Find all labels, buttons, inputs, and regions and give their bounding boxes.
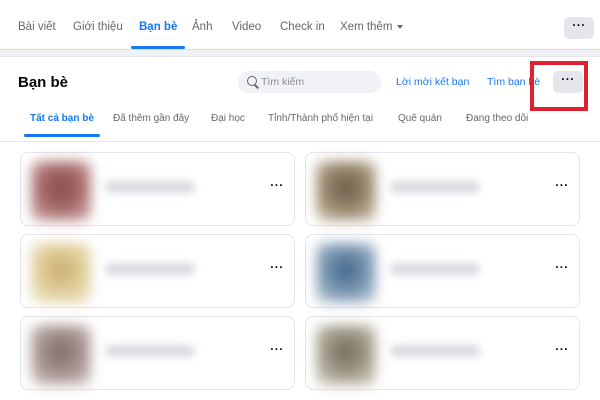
profile-tab-bar: Bài viết Giới thiệu Bạn bè Ảnh Video Che… (0, 0, 600, 50)
filter-tab-following[interactable]: Đang theo dõi (466, 113, 528, 124)
filter-tab-all-friends[interactable]: Tất cả bạn bè (24, 113, 100, 137)
tab-posts[interactable]: Bài viết (18, 0, 56, 50)
friends-section-title: Bạn bè (18, 74, 69, 91)
friend-menu-button[interactable]: ··· (551, 343, 573, 361)
friend-requests-link[interactable]: Lời mời kết bạn (396, 76, 469, 88)
friend-card[interactable]: ··· (305, 152, 580, 226)
friends-card: Bạn bè Lời mời kết bạn Tìm bạn bè ··· Tấ… (0, 56, 600, 400)
friends-search-input[interactable] (261, 74, 373, 90)
friend-menu-button[interactable]: ··· (266, 343, 288, 361)
friend-name-blurred[interactable] (390, 181, 480, 193)
friend-avatar[interactable] (31, 243, 91, 303)
friend-avatar[interactable] (31, 325, 91, 385)
tab-videos[interactable]: Video (232, 0, 261, 50)
section-divider (0, 141, 600, 142)
tab-more[interactable]: Xem thêm (340, 0, 404, 50)
friend-menu-button[interactable]: ··· (266, 261, 288, 279)
filter-tab-hometown[interactable]: Quê quán (398, 113, 442, 124)
friend-avatar[interactable] (316, 243, 376, 303)
tab-about[interactable]: Giới thiệu (73, 0, 123, 50)
friend-avatar[interactable] (316, 325, 376, 385)
friend-menu-button[interactable]: ··· (266, 179, 288, 197)
filter-tab-university[interactable]: Đại học (211, 113, 245, 124)
profile-more-button[interactable]: ··· (564, 17, 594, 39)
friend-name-blurred[interactable] (105, 263, 195, 275)
tab-check-ins[interactable]: Check in (280, 0, 325, 50)
friend-name-blurred[interactable] (105, 181, 195, 193)
friend-name-blurred[interactable] (390, 345, 480, 357)
friend-card[interactable]: ··· (20, 152, 295, 226)
friend-avatar[interactable] (316, 161, 376, 221)
friend-card[interactable]: ··· (20, 316, 295, 390)
friend-card[interactable]: ··· (305, 316, 580, 390)
caret-down-icon (397, 25, 404, 29)
search-icon (247, 76, 257, 86)
friend-card[interactable]: ··· (305, 234, 580, 308)
friend-menu-button[interactable]: ··· (551, 261, 573, 279)
friend-name-blurred[interactable] (390, 263, 480, 275)
tab-friends[interactable]: Bạn bè (130, 0, 186, 50)
friends-search-box[interactable] (238, 71, 381, 93)
friend-name-blurred[interactable] (105, 345, 195, 357)
tab-more-label: Xem thêm (340, 21, 393, 33)
filter-tab-recently-added[interactable]: Đã thêm gần đây (113, 113, 189, 124)
filter-tab-current-city[interactable]: Tỉnh/Thành phố hiện tại (268, 113, 373, 124)
tab-photos[interactable]: Ảnh (192, 0, 212, 50)
friend-avatar[interactable] (31, 161, 91, 221)
friend-card[interactable]: ··· (20, 234, 295, 308)
annotation-highlight-box (530, 61, 588, 111)
friend-menu-button[interactable]: ··· (551, 179, 573, 197)
